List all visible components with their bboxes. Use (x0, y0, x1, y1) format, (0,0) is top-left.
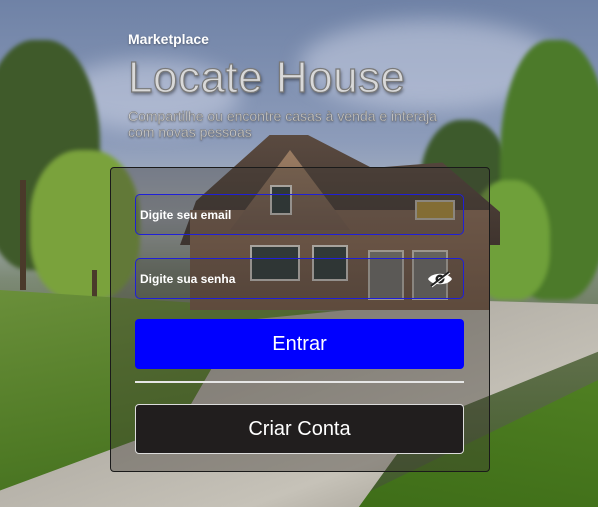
password-input[interactable] (136, 259, 463, 298)
brand-label: Marketplace (128, 31, 209, 47)
create-account-button[interactable]: Criar Conta (135, 404, 464, 454)
page-subtitle: Compartilhe ou encontre casas à venda e … (128, 108, 437, 140)
email-field-wrapper (135, 194, 464, 235)
login-card: Entrar Criar Conta (110, 167, 490, 472)
password-field-wrapper (135, 258, 464, 299)
page-title: Locate House (127, 52, 406, 102)
eye-hidden-icon[interactable] (427, 270, 453, 288)
email-input[interactable] (136, 195, 463, 234)
login-button[interactable]: Entrar (135, 319, 464, 369)
divider (135, 381, 464, 383)
